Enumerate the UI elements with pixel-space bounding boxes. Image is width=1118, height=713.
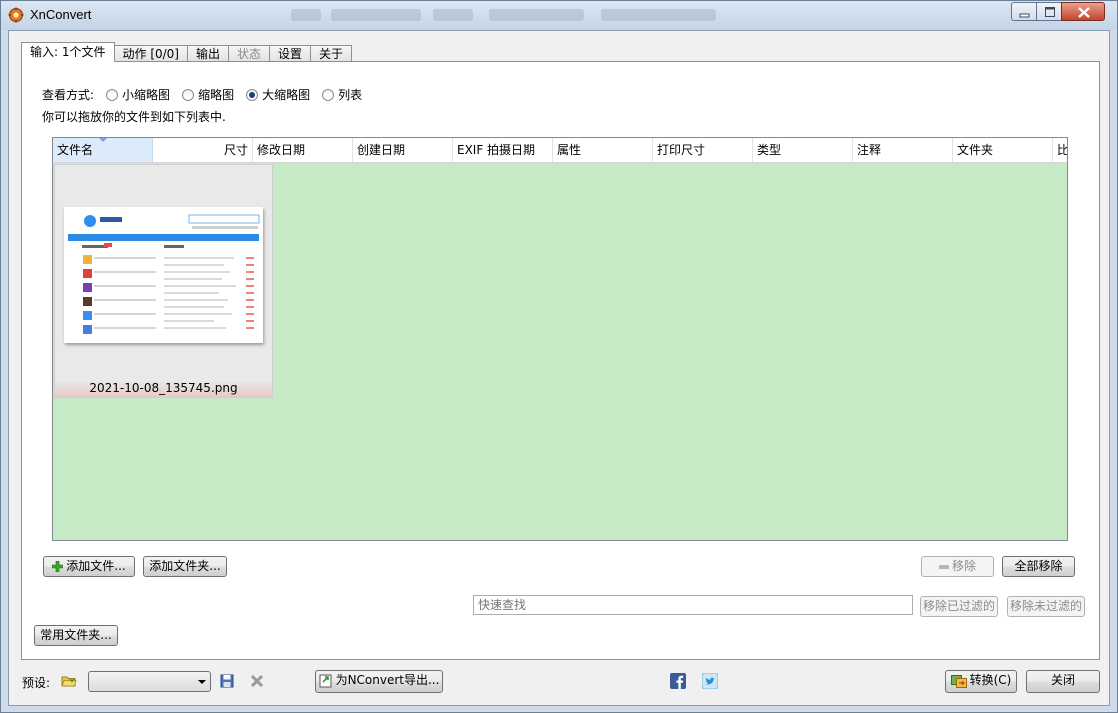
blurred-background-text: [489, 9, 584, 21]
column-attributes[interactable]: 属性: [553, 138, 653, 162]
sort-ascending-icon: [99, 138, 107, 142]
remove-unfiltered-button[interactable]: 移除未过滤的: [1007, 596, 1085, 617]
radio-list[interactable]: [322, 88, 335, 101]
facebook-icon[interactable]: [670, 673, 686, 689]
chevron-down-icon: [198, 680, 206, 684]
tab-settings[interactable]: 设置: [269, 45, 312, 62]
radio-large-thumbnails[interactable]: [246, 88, 259, 101]
export-script-icon: [319, 674, 332, 687]
minimize-icon: [1019, 13, 1030, 18]
client-area: 输入: 1个文件 动作 [0/0] 输出 状态 设置 关于 查看方式: 小缩略图…: [8, 30, 1110, 706]
column-modified-date[interactable]: 修改日期: [253, 138, 353, 162]
tab-status[interactable]: 状态: [228, 45, 271, 62]
column-size[interactable]: 尺寸: [153, 138, 253, 162]
minimize-button[interactable]: [1011, 2, 1037, 21]
folder-open-icon[interactable]: [61, 673, 77, 689]
file-name-caption: 2021-10-08_135745.png: [55, 379, 272, 397]
tab-output[interactable]: 输出: [187, 45, 230, 62]
radio-small-thumbnails[interactable]: [106, 88, 119, 101]
green-plus-icon: [52, 561, 64, 572]
column-exif-date[interactable]: EXIF 拍摄日期: [453, 138, 553, 162]
radio-large-thumbnails-label[interactable]: 大缩略图: [262, 86, 310, 103]
window-title: XnConvert: [30, 7, 92, 22]
remove-button[interactable]: 移除: [921, 556, 994, 577]
preset-label: 预设:: [22, 676, 51, 690]
blurred-background-text: [433, 9, 473, 21]
tab-strip: 输入: 1个文件 动作 [0/0] 输出 状态 设置 关于: [21, 42, 353, 62]
export-nconvert-button[interactable]: 为NConvert导出...: [315, 670, 443, 693]
grey-x-icon[interactable]: [249, 673, 265, 689]
column-created-date[interactable]: 创建日期: [353, 138, 453, 162]
blurred-background-text: [601, 9, 716, 21]
tab-input[interactable]: 输入: 1个文件: [21, 42, 115, 62]
file-thumbnail-item[interactable]: 2021-10-08_135745.png: [54, 164, 273, 398]
convert-icon: [950, 674, 967, 688]
view-mode-label: 查看方式:: [42, 88, 95, 102]
tab-actions[interactable]: 动作 [0/0]: [113, 45, 188, 62]
title-bar[interactable]: XnConvert: [1, 1, 1117, 30]
radio-list-label[interactable]: 列表: [338, 86, 362, 103]
maximize-button[interactable]: [1036, 2, 1062, 21]
radio-small-thumbnails-label[interactable]: 小缩略图: [122, 86, 170, 103]
quick-search-input[interactable]: [473, 595, 913, 615]
radio-thumbnails-label[interactable]: 缩略图: [198, 86, 234, 103]
view-mode-row: 查看方式: 小缩略图 缩略图 大缩略图 列表: [42, 86, 362, 103]
column-comment[interactable]: 注释: [853, 138, 953, 162]
radio-thumbnails[interactable]: [182, 88, 195, 101]
close-window-button[interactable]: [1061, 2, 1105, 21]
file-list[interactable]: 文件名 尺寸 修改日期 创建日期 EXIF 拍摄日期 属性 打印尺寸 类型 注释…: [52, 137, 1068, 541]
floppy-save-icon[interactable]: [219, 673, 235, 689]
close-icon: [1078, 7, 1090, 18]
xnconvert-gear-icon: [8, 7, 24, 23]
drag-drop-hint: 你可以拖放你的文件到如下列表中.: [42, 110, 226, 124]
tab-about[interactable]: 关于: [310, 45, 353, 62]
list-header: 文件名 尺寸 修改日期 创建日期 EXIF 拍摄日期 属性 打印尺寸 类型 注释…: [53, 138, 1067, 163]
image-preview: [64, 207, 263, 343]
convert-button[interactable]: 转换(C): [945, 670, 1017, 693]
remove-all-button[interactable]: 全部移除: [1002, 556, 1075, 577]
blurred-background-text: [331, 9, 421, 21]
column-print-size[interactable]: 打印尺寸: [653, 138, 753, 162]
column-filename[interactable]: 文件名: [53, 138, 153, 162]
column-type[interactable]: 类型: [753, 138, 853, 162]
add-files-button[interactable]: 添加文件...: [43, 556, 135, 577]
close-button[interactable]: 关闭: [1026, 670, 1100, 693]
add-folder-button[interactable]: 添加文件夹...: [143, 556, 227, 577]
column-folder[interactable]: 文件夹: [953, 138, 1053, 162]
remove-filtered-button[interactable]: 移除已过滤的: [920, 596, 998, 617]
screenshot-preview-graphic: [64, 207, 263, 343]
input-tab-panel: 查看方式: 小缩略图 缩略图 大缩略图 列表 你可以拖放你的文件到如下列表中. …: [21, 61, 1100, 660]
preset-dropdown[interactable]: [88, 671, 211, 692]
column-more[interactable]: 比: [1053, 138, 1067, 162]
minus-icon: [938, 564, 949, 569]
favorite-folders-button[interactable]: 常用文件夹...: [34, 625, 118, 646]
twitter-icon[interactable]: [702, 673, 718, 689]
maximize-icon: [1045, 7, 1055, 17]
app-window: XnConvert 输入: 1个文件 动作 [0/0] 输出 状态 设置 关于 …: [0, 0, 1118, 713]
blurred-background-text: [291, 9, 321, 21]
